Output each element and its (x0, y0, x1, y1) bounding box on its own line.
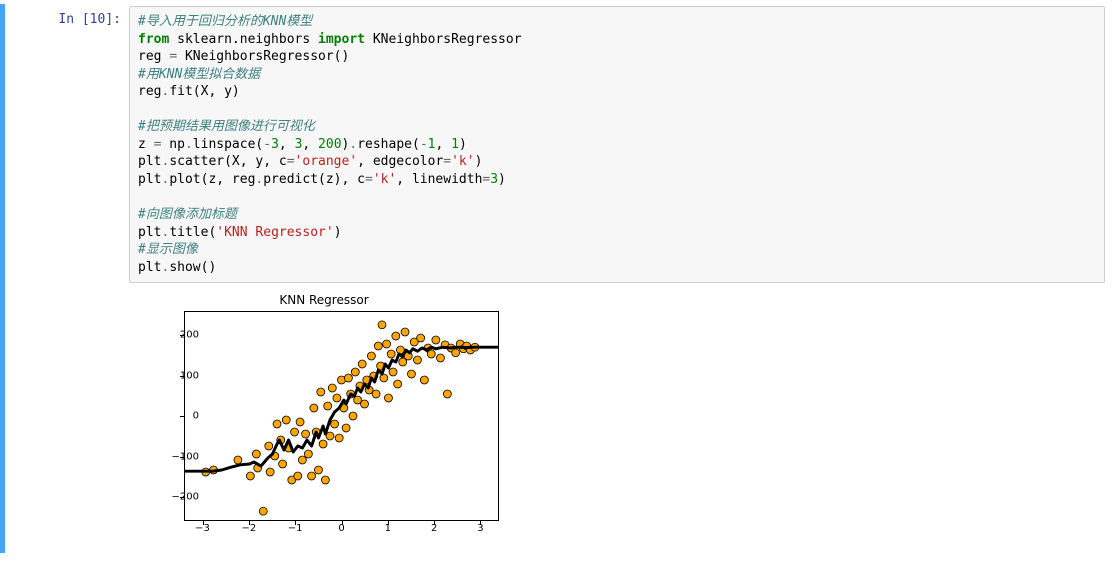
ytick-label: −200 (159, 491, 199, 502)
chart-figure: KNN Regressor −200−1000100200−3−2−10123 (129, 291, 519, 551)
input-prompt: In [10]: (11, 6, 129, 551)
ytick-label: 200 (159, 330, 199, 341)
code-input-area[interactable]: #导入用于回归分析的KNN模型 from sklearn.neighbors i… (129, 6, 1105, 283)
chart-axes (184, 311, 499, 521)
code-cell: In [10]: #导入用于回归分析的KNN模型 from sklearn.ne… (0, 4, 1105, 553)
ytick-label: −100 (159, 451, 199, 462)
ytick-label: 0 (159, 411, 199, 422)
cell-body: #导入用于回归分析的KNN模型 from sklearn.neighbors i… (129, 6, 1105, 551)
output-area: KNN Regressor −200−1000100200−3−2−10123 (129, 291, 1105, 551)
ytick-label: 100 (159, 370, 199, 381)
chart-title: KNN Regressor (129, 293, 519, 307)
code-text: #导入用于回归分析的KNN模型 from sklearn.neighbors i… (138, 13, 1096, 276)
notebook: In [10]: #导入用于回归分析的KNN模型 from sklearn.ne… (0, 0, 1117, 557)
